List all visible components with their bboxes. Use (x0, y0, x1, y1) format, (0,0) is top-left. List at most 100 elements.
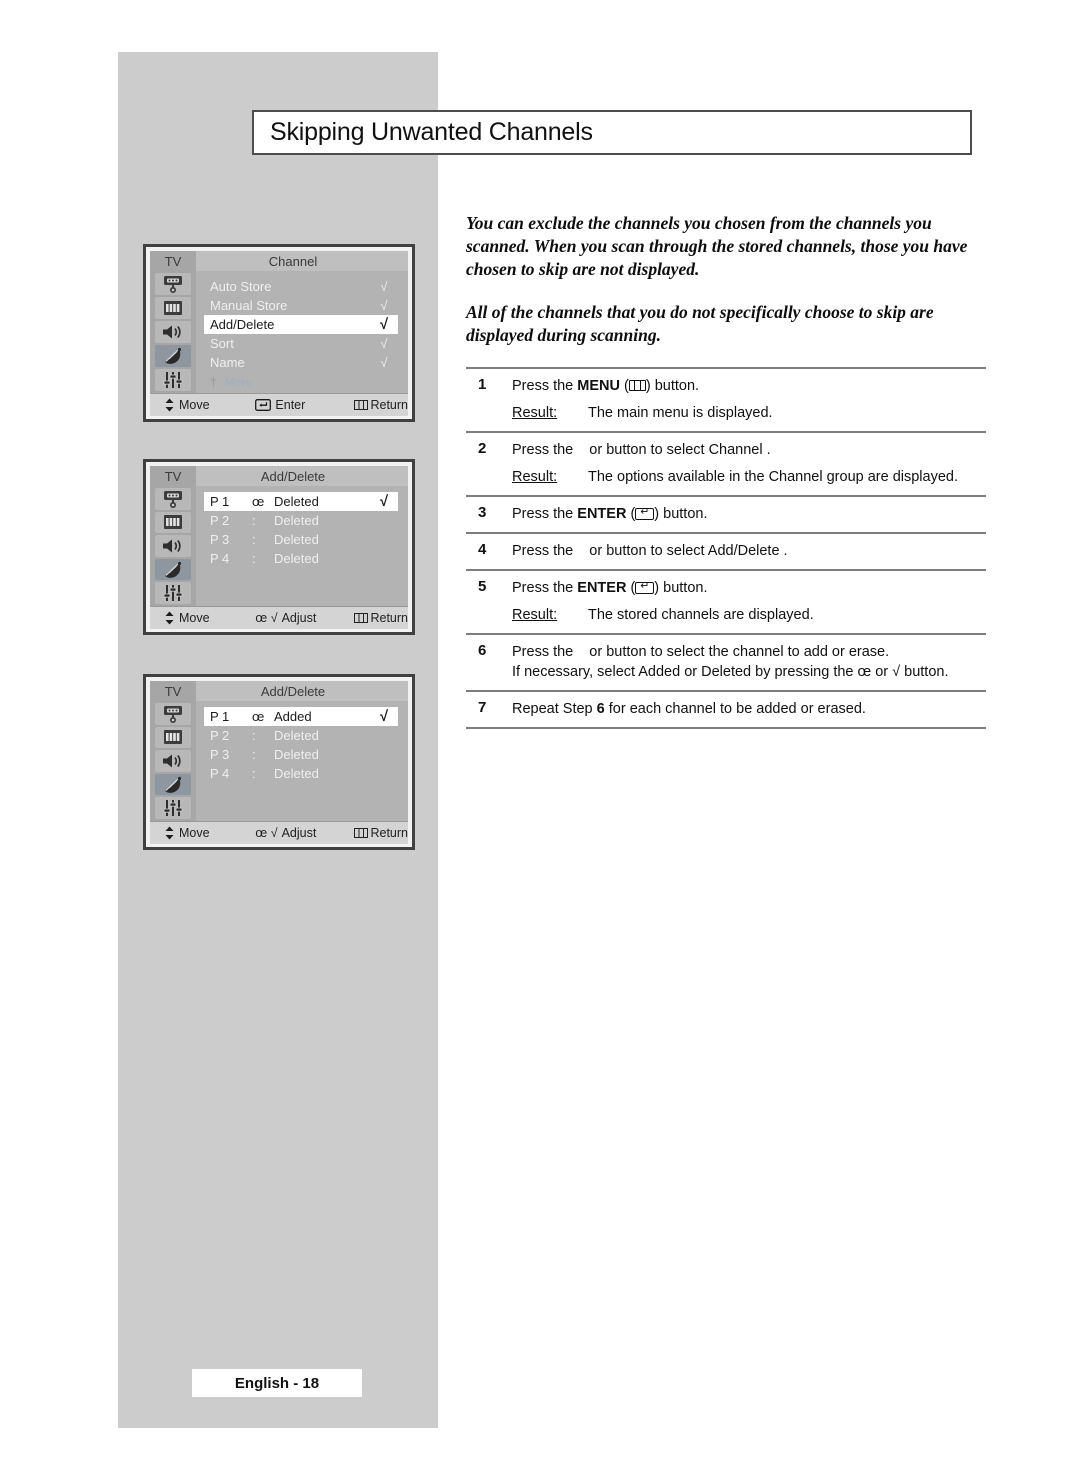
osd-header: TV Channel (150, 251, 408, 271)
osd-channel-row-selected[interactable]: P 1 œ Deleted √ (204, 492, 398, 511)
step-text-pre: Press the (512, 442, 578, 458)
osd-menu-item-selected[interactable]: Add/Delete √ (204, 315, 398, 334)
channel-number: P 3 (210, 747, 230, 762)
channel-state-label: Deleted (274, 747, 319, 762)
updown-arrows-icon (164, 398, 175, 412)
step-text-tail: ) button. (645, 378, 700, 394)
step-result: Result: The stored channels are displaye… (512, 605, 986, 625)
osd-tv-tag: TV (150, 251, 196, 271)
sound-icon[interactable] (155, 750, 191, 772)
menu-key-icon (354, 613, 369, 623)
intro-paragraph-2: All of the channels that you do not spec… (466, 302, 934, 345)
osd-channel-row-selected[interactable]: P 1 œ Added √ (204, 707, 398, 726)
channel-separator: : (252, 747, 256, 762)
channel-separator: : (252, 551, 256, 566)
osd-menu-title: Channel (268, 253, 318, 269)
osd-channel-row[interactable]: P 3 : Deleted (204, 745, 398, 764)
step-number: 6 (478, 642, 487, 659)
picture-mode-icon[interactable] (155, 297, 191, 319)
channel-dish-icon[interactable] (155, 345, 191, 367)
menu-key-icon (354, 400, 369, 410)
channel-separator: : (252, 728, 256, 743)
picture-icon[interactable] (155, 703, 191, 725)
checkmark-icon: √ (379, 708, 389, 725)
osd-menu-item-label: Auto Store (210, 279, 272, 294)
osd-footer-hints: Move œ √ Adjust Return (150, 821, 408, 844)
osd-menu-item-label: More (224, 374, 253, 389)
step-item: 6 Press the or button to select the chan… (466, 635, 986, 690)
osd-screenshot-add-delete-deleted: TV Add/Delete P 1 œ Deleted √ P 2: Dele… (143, 459, 415, 635)
picture-icon[interactable] (155, 273, 191, 295)
hint-return-label: Return (370, 826, 408, 840)
result-text: The options available in the Channel gro… (588, 469, 958, 485)
page-title: Skipping Unwanted Channels (270, 118, 593, 146)
setup-sliders-icon[interactable] (155, 797, 191, 819)
hint-adjust: œ √ Adjust (255, 611, 354, 625)
osd-menu-item[interactable]: Auto Store √ (204, 277, 398, 296)
checkmark-icon: √ (380, 298, 388, 313)
osd-menu-item[interactable]: Name √ (204, 353, 398, 372)
picture-mode-icon[interactable] (155, 726, 191, 749)
hint-return: Return (354, 826, 408, 840)
channel-number: P 1 (210, 494, 230, 509)
step-text-post: for each channel to be added or erased. (604, 701, 866, 717)
osd-menu-item-label: Add/Delete (210, 317, 275, 332)
step-text-post: ( (626, 506, 636, 522)
step-text-pre: Press the (512, 506, 578, 522)
step-number: 2 (478, 440, 487, 457)
hint-move-label: Move (179, 826, 210, 840)
step-ref-number: 6 (596, 701, 605, 717)
leftright-arrows-icon: œ √ (255, 611, 278, 625)
result-label: Result: (512, 405, 558, 421)
channel-separator: œ (252, 709, 265, 724)
osd-menu-title: Add/Delete (260, 683, 326, 699)
step-item: 2 Press the or button to select Channel … (466, 433, 986, 495)
channel-separator: : (252, 532, 256, 547)
osd-screenshot-channel-menu: TV Channel Auto Store √ Manual Store √ A… (143, 244, 415, 422)
hint-move-label: Move (179, 398, 210, 412)
osd-header: TV Add/Delete (150, 466, 408, 486)
channel-state-label: Deleted (274, 551, 319, 566)
channel-dish-icon[interactable] (155, 558, 191, 581)
enter-key-icon (255, 399, 272, 411)
channel-number: P 4 (210, 766, 230, 781)
sound-icon[interactable] (155, 321, 191, 343)
setup-sliders-icon[interactable] (155, 582, 191, 604)
channel-number: P 3 (210, 532, 230, 547)
hint-move: Move (164, 398, 255, 412)
osd-menu-item[interactable]: Manual Store √ (204, 296, 398, 315)
step-item: 3 Press the ENTER () button. (466, 497, 986, 532)
osd-menu-item-more[interactable]: † More (204, 372, 398, 391)
osd-menu-item-label: Sort (210, 336, 234, 351)
osd-tv-tag: TV (150, 681, 196, 701)
channel-separator: : (252, 766, 256, 781)
step-number: 3 (478, 504, 487, 521)
hint-return: Return (354, 611, 408, 625)
osd-channel-row[interactable]: P 2 : Deleted (204, 511, 398, 530)
updown-arrows-icon (164, 826, 175, 840)
osd-menu-item[interactable]: Sort √ (204, 334, 398, 353)
step-text-post: ( (619, 378, 629, 394)
osd-tv-tag: TV (150, 466, 196, 486)
hint-return-label: Return (370, 611, 408, 625)
step-text-pre: Press the (512, 580, 578, 596)
osd-channel-row[interactable]: P 4 : Deleted (204, 764, 398, 783)
result-label: Result: (512, 469, 558, 485)
channel-dish-icon[interactable] (155, 773, 191, 796)
picture-mode-icon[interactable] (155, 511, 191, 534)
channel-separator: œ (252, 494, 265, 509)
osd-channel-row[interactable]: P 3 : Deleted (204, 530, 398, 549)
channel-number: P 2 (210, 728, 230, 743)
menu-key-icon (354, 828, 369, 838)
rule-divider (466, 727, 986, 729)
setup-sliders-icon[interactable] (155, 369, 191, 391)
hint-move: Move (164, 826, 255, 840)
channel-number: P 1 (210, 709, 230, 724)
osd-channel-row[interactable]: P 4 : Deleted (204, 549, 398, 568)
picture-icon[interactable] (155, 488, 191, 510)
step-text-tail: ) button. (654, 506, 708, 522)
channel-separator: : (252, 513, 256, 528)
osd-channel-row[interactable]: P 2 : Deleted (204, 726, 398, 745)
sound-icon[interactable] (155, 535, 191, 557)
step-text-line2: If necessary, select Added or Deleted by… (512, 664, 949, 680)
